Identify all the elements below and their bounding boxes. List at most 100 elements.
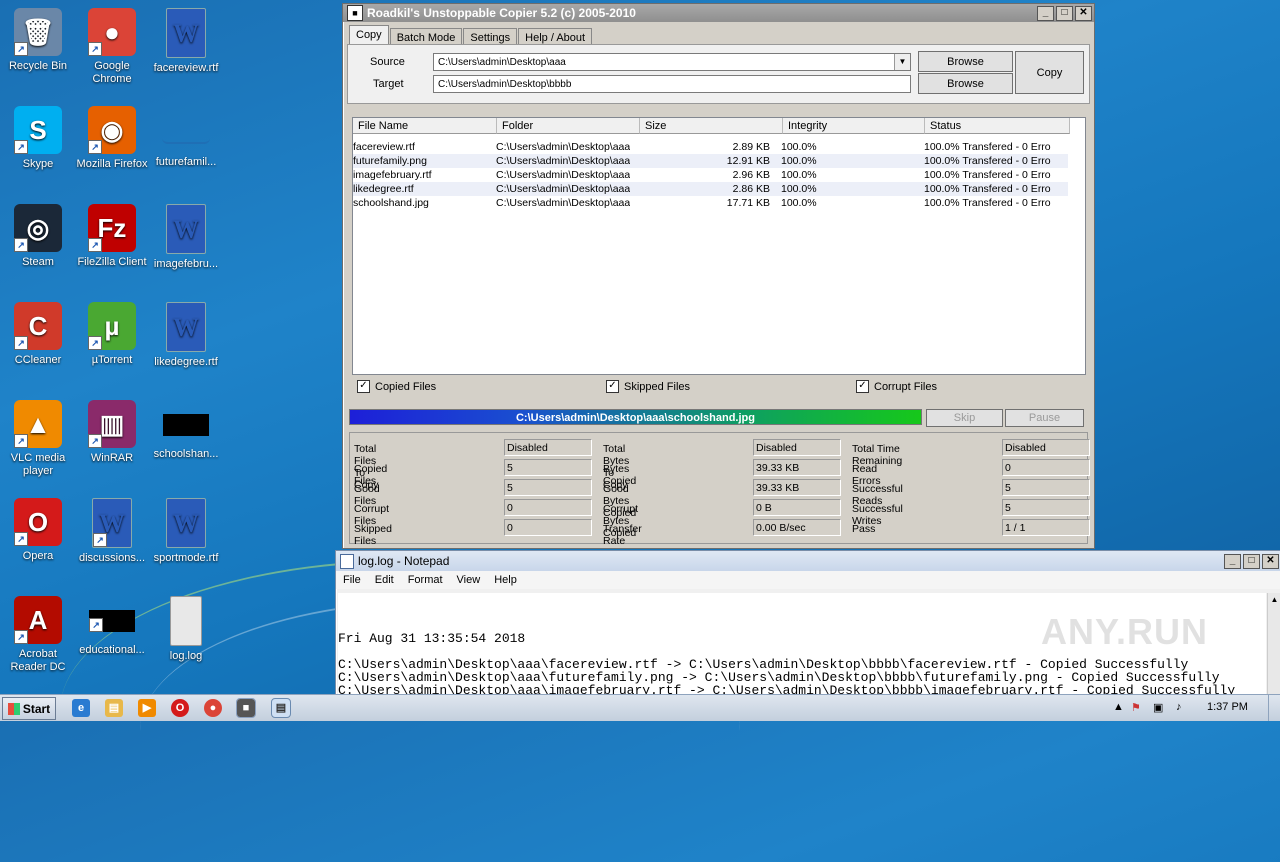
desktop-icon-chrome[interactable]: ● ↗ Google Chrome xyxy=(74,8,150,86)
table-row[interactable]: futurefamily.png C:\Users\admin\Desktop\a… xyxy=(353,154,1068,168)
desktop-icon-filezilla[interactable]: Fz ↗ FileZilla Client xyxy=(74,204,150,269)
opera-icon[interactable]: O xyxy=(171,699,189,717)
desktop-icon-recycle-bin[interactable]: 🗑 ↗ Recycle Bin xyxy=(0,8,76,73)
file-list[interactable]: File Name Folder Size Integrity Status f… xyxy=(352,117,1086,375)
desktop-icon-ccleaner[interactable]: C ↗ CCleaner xyxy=(0,302,76,367)
desktop-icon-acrobat[interactable]: A ↗ Acrobat Reader DC xyxy=(0,596,76,674)
desktop-icon-word-doc[interactable]: W ↗ discussions... xyxy=(74,498,150,565)
show-desktop-button[interactable] xyxy=(1268,695,1280,721)
file-explorer-icon[interactable]: ▤ xyxy=(105,699,123,717)
table-row[interactable]: schoolshand.jpg C:\Users\admin\Desktop\aa… xyxy=(353,196,1068,210)
desktop-icon-word-doc[interactable]: Wimagefebru... xyxy=(148,204,224,271)
notepad-title: log.log - Notepad xyxy=(358,554,450,568)
table-row[interactable]: facereview.rtf C:\Users\admin\Desktop\aaa… xyxy=(353,140,1068,154)
filter-skipped-files[interactable]: ✓ Skipped Files xyxy=(606,380,690,393)
desktop-icon-label: Opera xyxy=(22,550,54,562)
action-center-icon[interactable]: ⚑ xyxy=(1131,701,1141,714)
desktop-icon-word-doc[interactable]: Wsportmode.rtf xyxy=(148,498,224,565)
column-header-folder[interactable]: Folder xyxy=(497,118,640,134)
desktop-icon-opera[interactable]: O ↗ Opera xyxy=(0,498,76,563)
cell-name: likedegree.rtf xyxy=(353,183,414,195)
source-label: Source xyxy=(370,56,405,68)
notepad-minimize-button[interactable]: _ xyxy=(1224,553,1241,569)
desktop-icon-image-file[interactable]: schoolshan... xyxy=(148,400,224,461)
column-header-size[interactable]: Size xyxy=(640,118,783,134)
clock[interactable]: 1:37 PM xyxy=(1207,701,1248,713)
minimize-button[interactable]: _ xyxy=(1037,5,1054,21)
copier-icon[interactable]: ■ xyxy=(236,698,256,718)
notepad-icon[interactable]: ▤ xyxy=(271,698,291,718)
copier-titlebar[interactable]: ■ Roadkil's Unstoppable Copier 5.2 (c) 2… xyxy=(343,4,1094,22)
cell-status: 100.0% Transfered - 0 Erro xyxy=(924,169,1051,181)
checkbox-checked-icon[interactable]: ✓ xyxy=(856,380,869,393)
skip-button[interactable]: Skip xyxy=(926,409,1003,427)
shortcut-arrow-icon: ↗ xyxy=(88,434,102,448)
filter-copied-files[interactable]: ✓ Copied Files xyxy=(357,380,436,393)
desktop-icon-word-doc[interactable]: Wfacereview.rtf xyxy=(148,8,224,75)
filter-copied-files-label: Copied Files xyxy=(375,380,437,393)
desktop-icon-utorrent[interactable]: µ ↗ µTorrent xyxy=(74,302,150,367)
checkbox-checked-icon[interactable]: ✓ xyxy=(357,380,370,393)
desktop-icon-image-file[interactable]: ↗ educational... xyxy=(74,596,150,657)
cell-size: 2.96 KB xyxy=(732,169,770,181)
notepad-vertical-scrollbar[interactable]: ▲ xyxy=(1267,593,1280,695)
network-icon[interactable]: ▣ xyxy=(1153,701,1163,714)
cell-size: 17.71 KB xyxy=(726,197,770,209)
cell-name: futurefamily.png xyxy=(353,155,427,167)
chevron-down-icon[interactable]: ▼ xyxy=(894,54,910,70)
checkbox-checked-icon[interactable]: ✓ xyxy=(606,380,619,393)
tray-flag-icon[interactable]: ▲ xyxy=(1113,701,1124,713)
table-row[interactable]: imagefebruary.rtf C:\Users\admin\Desktop\… xyxy=(353,168,1068,182)
desktop-icon-label: Recycle Bin xyxy=(8,60,68,72)
stat-value: Disabled xyxy=(504,439,592,456)
filter-corrupt-files[interactable]: ✓ Corrupt Files xyxy=(856,380,937,393)
desktop-icon-label: VLC media player xyxy=(10,452,66,477)
stat-value: 0 xyxy=(1002,459,1090,476)
cell-size: 12.91 KB xyxy=(726,155,770,167)
desktop-icon-word-doc[interactable]: Wlikedegree.rtf xyxy=(148,302,224,369)
column-header-file-name[interactable]: File Name xyxy=(353,118,497,134)
browse-source-button[interactable]: Browse xyxy=(918,51,1013,72)
desktop-icon-vlc[interactable]: ▲ ↗ VLC media player xyxy=(0,400,76,478)
cell-integrity: 100.0% xyxy=(781,197,817,209)
text-file-icon xyxy=(170,596,202,646)
pause-button[interactable]: Pause xyxy=(1005,409,1084,427)
notepad-maximize-button[interactable]: □ xyxy=(1243,553,1260,569)
desktop-icon-text-file[interactable]: log.log xyxy=(148,596,224,663)
target-field[interactable]: C:\Users\admin\Desktop\bbbb xyxy=(433,75,911,93)
word-doc-icon: W xyxy=(166,8,206,58)
close-button[interactable]: ✕ xyxy=(1075,5,1092,21)
table-row[interactable]: likedegree.rtf C:\Users\admin\Desktop\aaa… xyxy=(353,182,1068,196)
menu-format[interactable]: Format xyxy=(401,574,450,586)
start-label: Start xyxy=(22,701,51,716)
shortcut-arrow-icon: ↗ xyxy=(14,532,28,546)
column-header-status[interactable]: Status xyxy=(925,118,1070,134)
internet-explorer-icon[interactable]: e xyxy=(72,699,90,717)
watermark-text: ANY.RUN xyxy=(1041,611,1209,652)
scroll-up-icon[interactable]: ▲ xyxy=(1268,593,1280,606)
copy-button[interactable]: Copy xyxy=(1015,51,1084,94)
column-header-integrity[interactable]: Integrity xyxy=(783,118,925,134)
notepad-titlebar[interactable]: log.log - Notepad _ □ ✕ xyxy=(336,551,1280,571)
desktop-icon-label: FileZilla Client xyxy=(77,256,147,268)
desktop-icon-skype[interactable]: S ↗ Skype xyxy=(0,106,76,171)
volume-icon[interactable]: ♪ xyxy=(1176,701,1182,713)
menu-file[interactable]: File xyxy=(336,574,368,586)
start-button[interactable]: Start xyxy=(2,697,56,720)
menu-edit[interactable]: Edit xyxy=(368,574,401,586)
stat-value: 39.33 KB xyxy=(753,479,841,496)
maximize-button[interactable]: □ xyxy=(1056,5,1073,21)
desktop-icon-steam[interactable]: ◎ ↗ Steam xyxy=(0,204,76,269)
source-field[interactable]: C:\Users\admin\Desktop\aaa ▼ xyxy=(433,53,911,71)
cell-folder: C:\Users\admin\Desktop\aaa xyxy=(496,197,630,209)
desktop-icon-winrar[interactable]: ▥ ↗ WinRAR xyxy=(74,400,150,465)
desktop-icon-image-file[interactable]: futurefamil... xyxy=(148,106,224,169)
media-player-icon[interactable]: ▶ xyxy=(138,699,156,717)
chrome-icon[interactable]: ● xyxy=(204,699,222,717)
menu-view[interactable]: View xyxy=(450,574,488,586)
stat-value: 0 B xyxy=(753,499,841,516)
notepad-close-button[interactable]: ✕ xyxy=(1262,553,1279,569)
browse-target-button[interactable]: Browse xyxy=(918,73,1013,94)
desktop-icon-firefox[interactable]: ◉ ↗ Mozilla Firefox xyxy=(74,106,150,171)
menu-help[interactable]: Help xyxy=(487,574,524,586)
